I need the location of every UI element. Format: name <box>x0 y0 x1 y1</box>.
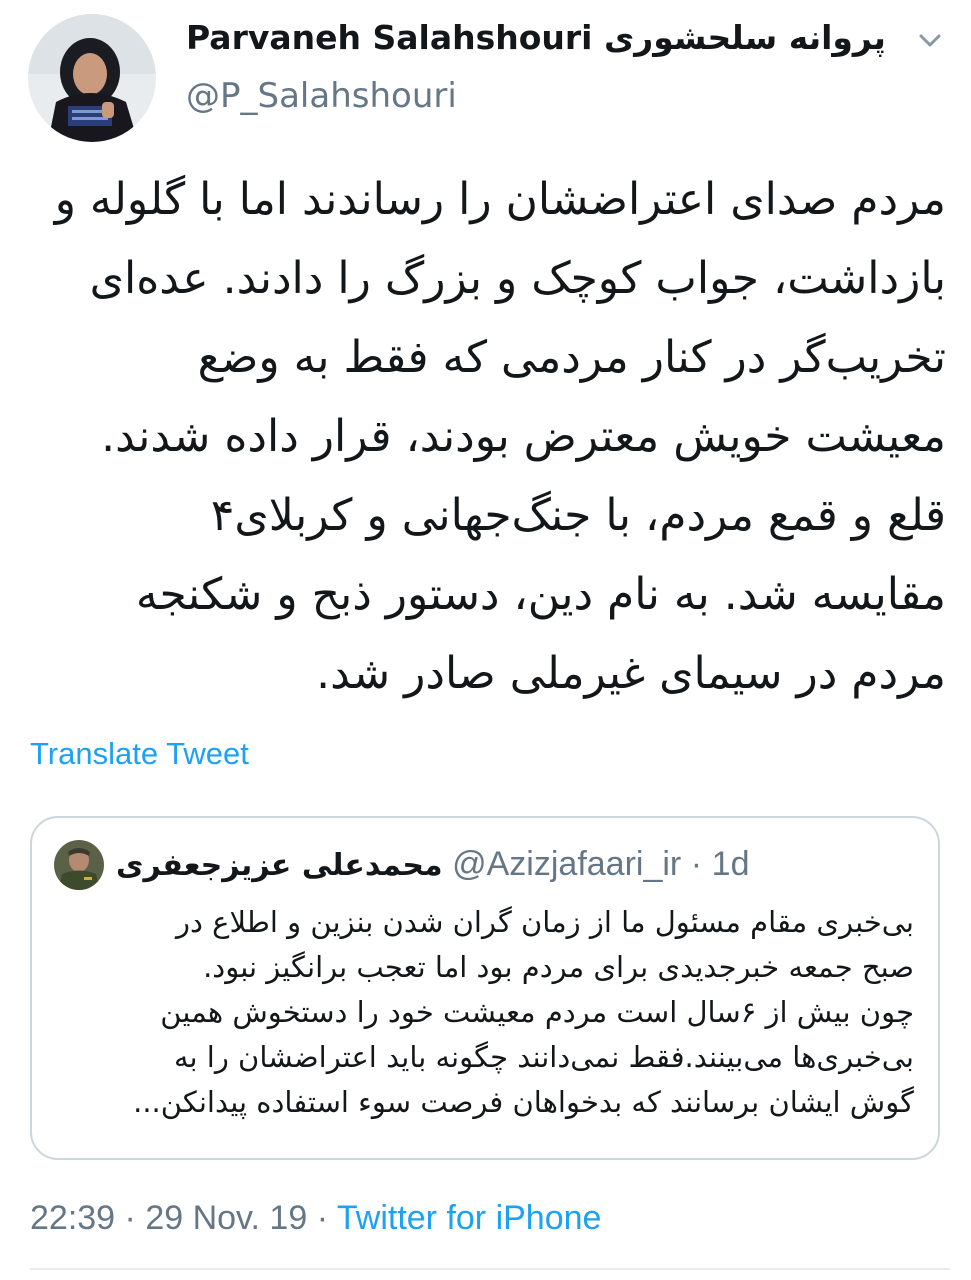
tweet-date[interactable]: 29 Nov. 19 <box>145 1199 307 1237</box>
tweet-line: تخریب‌گر در کنار مردمی که فقط به وضع <box>197 332 946 383</box>
quoted-line: بی‌خبری مقام مسئول ما از زمان گران شدن ب… <box>176 905 914 939</box>
tweet-time[interactable]: 22:39 <box>30 1199 115 1237</box>
quoted-line: بی‌خبری‌ها می‌بینند.فقط نمی‌دانند چگونه … <box>173 1040 914 1074</box>
quoted-author-handle[interactable]: @Azizjafaari_ir <box>452 845 681 883</box>
author-name-persian: پروانه سلحشوری <box>603 18 886 57</box>
separator-dot: · <box>690 845 703 883</box>
author-name[interactable]: Parvaneh Salahshouri پروانه سلحشوری <box>186 14 886 62</box>
quoted-line: گوش ایشان برسانند که بدخواهان فرصت سوء ا… <box>133 1085 914 1119</box>
tweet-line: معیشت خویش معترض بودند، قرار داده شدند. <box>101 411 946 462</box>
quoted-tweet[interactable]: محمدعلی عزیزجعفری @Azizjafaari_ir · 1d ب… <box>30 816 940 1160</box>
quoted-author-name[interactable]: محمدعلی عزیزجعفری <box>116 848 443 883</box>
quote-avatar-photo-icon <box>54 840 104 890</box>
avatar-photo-icon <box>28 14 156 142</box>
quoted-line: صبح جمعه خبرجدیدی برای مردم بود اما تعجب… <box>203 950 914 984</box>
separator-dot: · <box>316 1199 329 1237</box>
chevron-down-icon[interactable] <box>912 22 948 58</box>
quoted-author-avatar[interactable] <box>54 840 104 890</box>
author-handle[interactable]: @P_Salahshouri <box>186 72 457 120</box>
separator-dot: · <box>124 1199 136 1237</box>
tweet-line: مردم در سیمای غیرملی صادر شد. <box>316 648 946 699</box>
quoted-header: محمدعلی عزیزجعفری @Azizjafaari_ir · 1d <box>116 838 750 890</box>
divider <box>30 1268 950 1270</box>
tweet-line: قلع و قمع مردم، با جنگ‌جهانی و کربلای۴ <box>210 490 946 541</box>
quoted-time[interactable]: 1d <box>712 845 750 883</box>
tweet-text: مردم صدای اعتراضشان را رساندند اما با گل… <box>26 160 946 713</box>
author-avatar[interactable] <box>28 14 156 142</box>
translate-tweet-link[interactable]: Translate Tweet <box>30 732 249 776</box>
tweet-card: Parvaneh Salahshouri پروانه سلحشوری @P_S… <box>0 0 971 1280</box>
quoted-line: چون بیش از ۶سال است مردم معیشت خود را دس… <box>160 995 914 1029</box>
tweet-line: بازداشت، جواب کوچک و بزرگ را دادند. عده‌… <box>89 253 946 304</box>
quoted-text: بی‌خبری مقام مسئول ما از زمان گران شدن ب… <box>54 900 914 1125</box>
tweet-line: مردم صدای اعتراضشان را رساندند اما با گل… <box>54 174 946 225</box>
author-name-latin: Parvaneh Salahshouri <box>186 18 593 57</box>
tweet-line: مقایسه شد. به نام دین، دستور ذبح و شکنجه <box>135 569 946 620</box>
tweet-footer: 22:39 · 29 Nov. 19 · Twitter for iPhone <box>30 1194 601 1242</box>
tweet-source-link[interactable]: Twitter for iPhone <box>337 1199 602 1237</box>
